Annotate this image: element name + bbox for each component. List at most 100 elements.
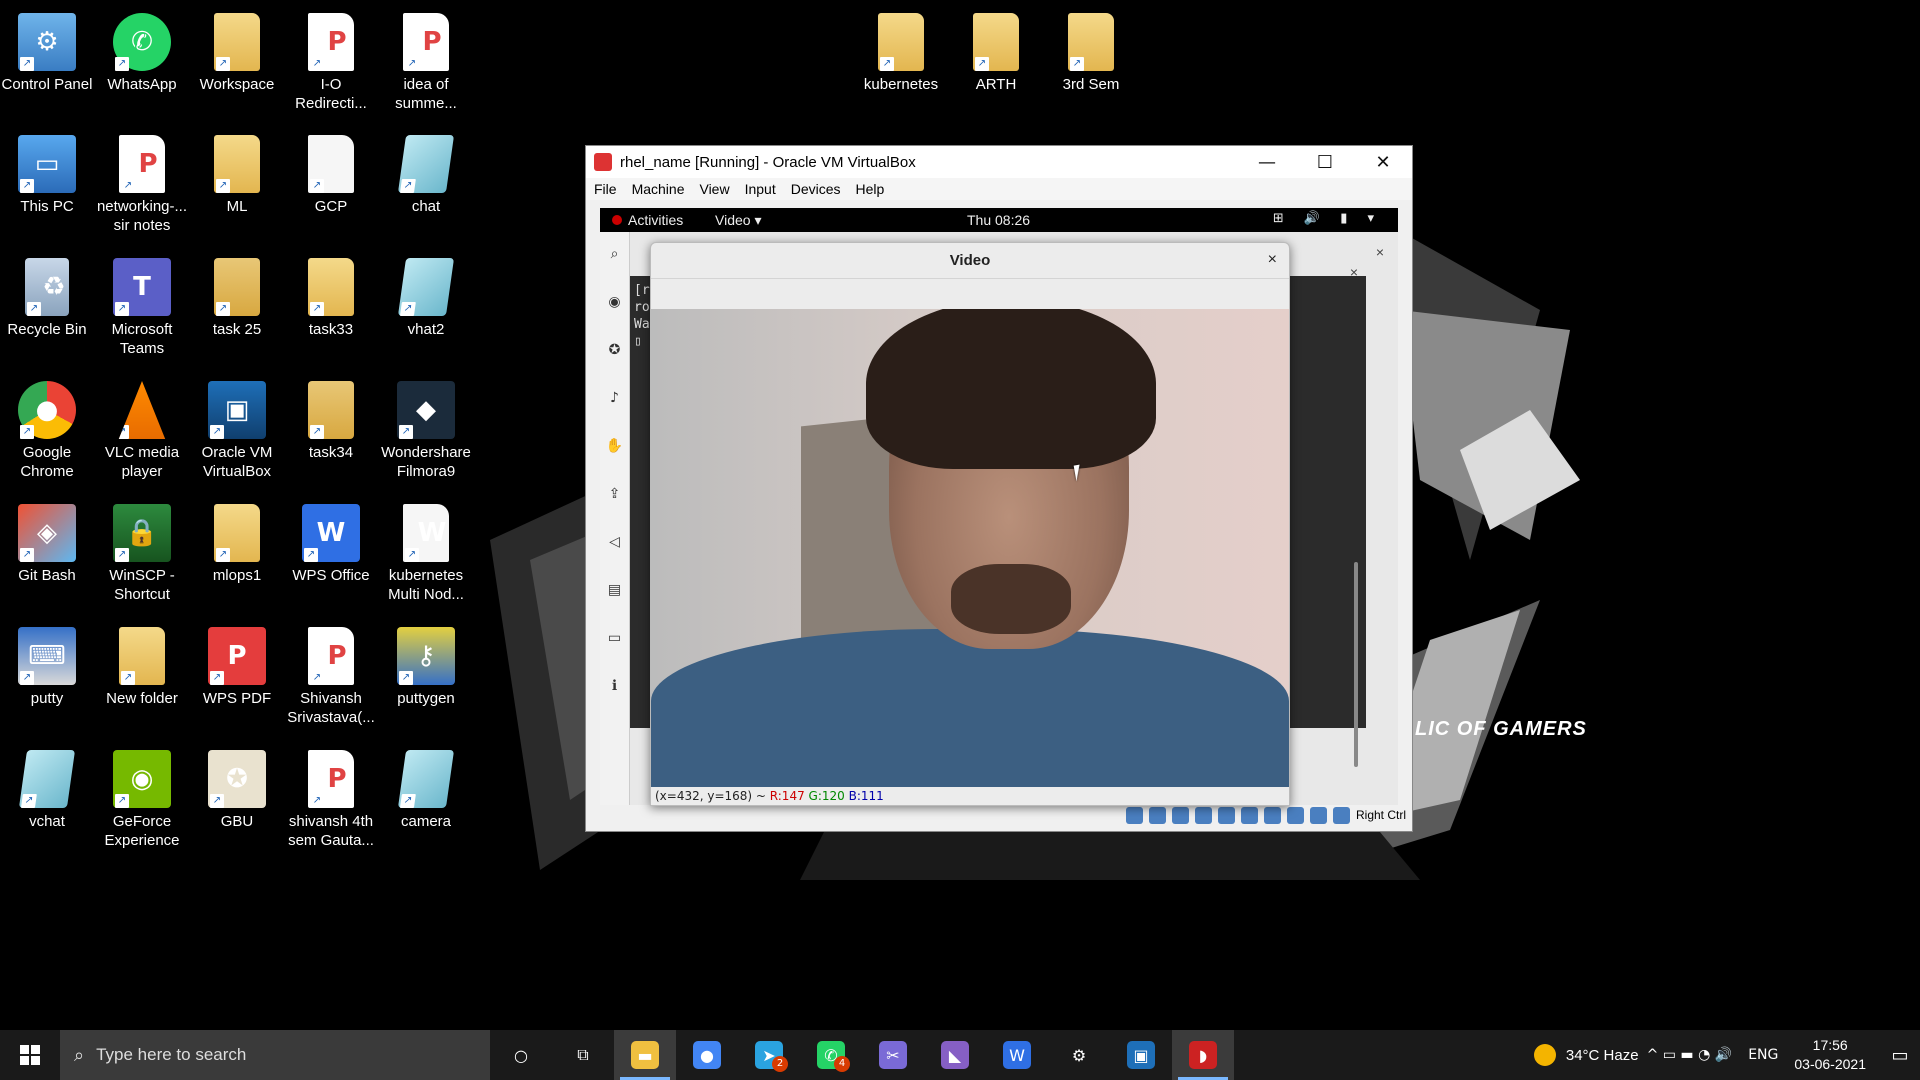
display-icon[interactable]: ▭ — [600, 616, 629, 664]
start-button[interactable] — [0, 1030, 60, 1080]
desktop-icon-label: mlops1 — [212, 567, 262, 584]
desktop-icon[interactable]: ✆ ↗ WhatsApp — [96, 5, 188, 123]
usb-icon[interactable] — [1217, 806, 1235, 824]
desktop-icon[interactable]: ♻ ↗ Recycle Bin — [1, 250, 93, 368]
language-indicator[interactable]: ENG — [1748, 1047, 1778, 1063]
weather-icon[interactable] — [1533, 1044, 1556, 1066]
close-button[interactable]: ✕ — [1354, 146, 1412, 178]
minimize-button[interactable]: — — [1238, 146, 1296, 178]
desktop-icon[interactable]: ↗ 3rd Sem — [1045, 5, 1137, 123]
desktop-icon[interactable]: W ↗ WPS Office — [285, 496, 377, 614]
menu-help[interactable]: Help — [856, 181, 885, 197]
gnome-clock[interactable]: Thu 08:26 — [967, 212, 1030, 228]
desktop-icon[interactable]: ▭ ↗ This PC — [1, 127, 93, 245]
settings-button[interactable]: ⚙ — [1048, 1030, 1110, 1080]
cortana-button[interactable]: ○ — [490, 1030, 552, 1080]
menu-devices[interactable]: Devices — [791, 181, 841, 197]
taskbar-clock[interactable]: 17:56 03-06-2021 — [1794, 1036, 1866, 1074]
network-icon[interactable] — [1194, 806, 1212, 824]
desktop-icon[interactable]: ↗ mlops1 — [191, 496, 283, 614]
desktop-icon[interactable]: ↗ ARTH — [950, 5, 1042, 123]
desktop-icon[interactable]: ✪ ↗ GBU — [191, 742, 283, 860]
hand-icon[interactable]: ✋ — [600, 424, 629, 472]
display-icon[interactable] — [1263, 806, 1281, 824]
desktop-icon[interactable]: ↗ New folder — [96, 619, 188, 737]
desktop-icon[interactable]: ↗ task34 — [285, 373, 377, 491]
desktop-icon[interactable]: ◉ ↗ GeForce Experience — [96, 742, 188, 860]
info-icon[interactable]: ℹ — [600, 664, 629, 712]
desktop-icon[interactable]: ↗ camera — [380, 742, 472, 860]
mouse-integration-icon[interactable] — [1309, 806, 1327, 824]
desktop-icon[interactable]: P ↗ I-O Redirecti... — [285, 5, 377, 123]
printer-icon[interactable]: ▤ — [600, 568, 629, 616]
maximize-button[interactable]: ☐ — [1296, 146, 1354, 178]
file-explorer-button[interactable]: ▬ — [614, 1030, 676, 1080]
taskbar-search-box[interactable]: ⌕ Type here to search — [60, 1030, 490, 1080]
desktop-icon[interactable]: ◆ ↗ Wondershare Filmora9 — [380, 373, 472, 491]
activities-button[interactable]: Activities — [612, 212, 683, 228]
desktop-icon-label: shivansh 4th sem Gauta... — [288, 813, 374, 849]
virtualbox-titlebar[interactable]: rhel_name [Running] - Oracle VM VirtualB… — [586, 146, 1412, 178]
snip-button[interactable]: ✂ — [862, 1030, 924, 1080]
visual-studio-button[interactable]: ◣ — [924, 1030, 986, 1080]
close-icon[interactable]: × — [1376, 244, 1384, 260]
menu-input[interactable]: Input — [745, 181, 776, 197]
wps-button[interactable]: W — [986, 1030, 1048, 1080]
menu-view[interactable]: View — [699, 181, 729, 197]
desktop-icon[interactable]: T ↗ Microsoft Teams — [96, 250, 188, 368]
task-view-button[interactable]: ⧉ — [552, 1030, 614, 1080]
whatsapp-button[interactable]: ✆ 4 — [800, 1030, 862, 1080]
chat-file-icon: ↗ — [397, 750, 455, 808]
chrome-button[interactable]: ● — [676, 1030, 738, 1080]
desktop-icon[interactable]: P ↗ shivansh 4th sem Gauta... — [285, 742, 377, 860]
tray-icons[interactable]: ^ ▭ ▬ ◔ 🔊 — [1647, 1047, 1733, 1063]
app-menu-video[interactable]: Video ▾ — [715, 212, 761, 229]
virtualbox-button[interactable]: ▣ — [1110, 1030, 1172, 1080]
desktop-icon[interactable]: ↗ task33 — [285, 250, 377, 368]
desktop-icon[interactable]: ↗ chat — [380, 127, 472, 245]
keyboard-capture-icon[interactable] — [1332, 806, 1350, 824]
desktop-icon[interactable]: P ↗ idea of summe... — [380, 5, 472, 123]
hdd-icon[interactable] — [1125, 806, 1143, 824]
search-icon[interactable]: ⌕ — [600, 232, 629, 280]
desktop-icon[interactable]: P ↗ networking-... sir notes — [96, 127, 188, 245]
telegram-button[interactable]: ➤ 2 — [738, 1030, 800, 1080]
notification-center-icon[interactable]: ▭ — [1880, 1030, 1920, 1080]
desktop-icon[interactable]: P ↗ WPS PDF — [191, 619, 283, 737]
menu-machine[interactable]: Machine — [632, 181, 685, 197]
desktop-icon[interactable]: ↗ vhat2 — [380, 250, 472, 368]
desktop-icon[interactable]: ▣ ↗ Oracle VM VirtualBox — [191, 373, 283, 491]
desktop-icon[interactable]: ⚙ ↗ Control Panel — [1, 5, 93, 123]
desktop-icon[interactable]: ↗ ML — [191, 127, 283, 245]
desktop-icon[interactable]: ● ↗ Google Chrome — [1, 373, 93, 491]
desktop-icon[interactable]: P ↗ Shivansh Srivastava(... — [285, 619, 377, 737]
video-window[interactable]: Video × (x=432, y=168) ~ R:147 G:120 B:1… — [650, 242, 1290, 806]
share-icon[interactable]: ⇪ — [600, 472, 629, 520]
accessibility-icon[interactable]: ✪ — [600, 328, 629, 376]
desktop-icon[interactable]: ↗ kubernetes — [855, 5, 947, 123]
gnome-system-tray[interactable]: ⊞ 🔊 ▮ ▾ — [1273, 211, 1382, 226]
optical-drive-icon[interactable] — [1148, 806, 1166, 824]
desktop-icon[interactable]: ⌨ ↗ putty — [1, 619, 93, 737]
desktop-icon[interactable]: 🔒 ↗ WinSCP - Shortcut — [96, 496, 188, 614]
webcam-video-frame[interactable] — [651, 309, 1289, 787]
desktop-icon[interactable]: ↗ vchat — [1, 742, 93, 860]
terminal-scrollbar[interactable] — [1354, 562, 1358, 767]
desktop-icon[interactable]: ◈ ↗ Git Bash — [1, 496, 93, 614]
weather-text[interactable]: 34°C Haze — [1566, 1047, 1639, 1064]
sound-icon[interactable]: ♪ — [600, 376, 629, 424]
desktop-icon[interactable]: ↗ VLC media player — [96, 373, 188, 491]
desktop-icon[interactable]: ⚷ ↗ puttygen — [380, 619, 472, 737]
desktop-icon[interactable]: W ↗ kubernetes Multi Nod... — [380, 496, 472, 614]
desktop-icon[interactable]: ↗ task 25 — [191, 250, 283, 368]
audio-icon[interactable] — [1171, 806, 1189, 824]
desktop-icon[interactable]: ↗ GCP — [285, 127, 377, 245]
rhel-vm-button[interactable]: ◗ — [1172, 1030, 1234, 1080]
recording-icon[interactable] — [1286, 806, 1304, 824]
shared-folders-icon[interactable] — [1240, 806, 1258, 824]
speaker-icon[interactable]: ◁ — [600, 520, 629, 568]
desktop-icon[interactable]: ↗ Workspace — [191, 5, 283, 123]
menu-file[interactable]: File — [594, 181, 617, 197]
camera-icon[interactable]: ◉ — [600, 280, 629, 328]
close-icon[interactable]: × — [1268, 251, 1277, 269]
